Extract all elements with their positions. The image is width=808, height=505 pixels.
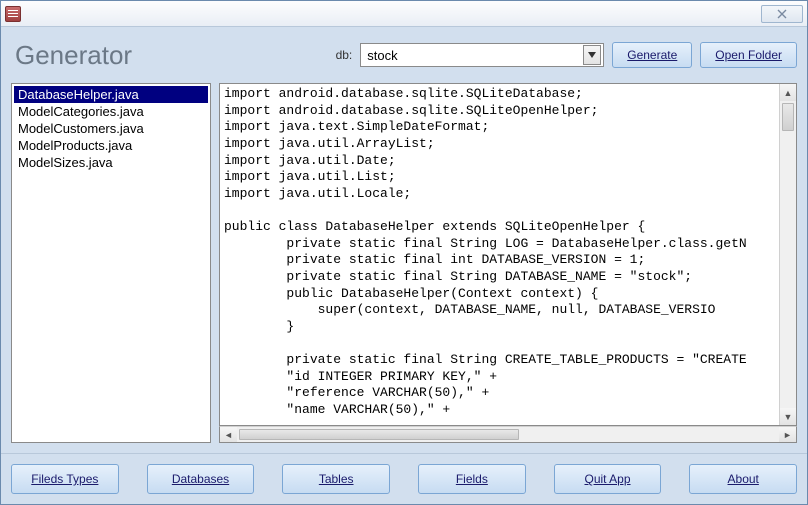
scroll-thumb[interactable] — [782, 103, 794, 131]
scroll-right-icon[interactable]: ► — [779, 427, 796, 442]
header-row: Generator db: stock Generate Open Folder — [11, 35, 797, 75]
scroll-left-icon[interactable]: ◄ — [220, 427, 237, 442]
file-item[interactable]: ModelCustomers.java — [14, 120, 208, 137]
main-area: DatabaseHelper.javaModelCategories.javaM… — [11, 83, 797, 443]
file-list[interactable]: DatabaseHelper.javaModelCategories.javaM… — [11, 83, 211, 443]
content: Generator db: stock Generate Open Folder… — [1, 27, 807, 453]
code-area: import android.database.sqlite.SQLiteDat… — [219, 83, 797, 426]
window-close-button[interactable] — [761, 5, 803, 23]
chevron-down-icon[interactable] — [583, 45, 601, 65]
file-item[interactable]: ModelCategories.java — [14, 103, 208, 120]
scroll-track[interactable] — [780, 101, 796, 408]
hscroll-track[interactable] — [237, 427, 779, 442]
db-combobox-value: stock — [367, 48, 583, 63]
code-text[interactable]: import android.database.sqlite.SQLiteDat… — [220, 84, 779, 425]
file-item[interactable]: ModelProducts.java — [14, 137, 208, 154]
scroll-up-icon[interactable]: ▲ — [780, 84, 796, 101]
bottom-bar: Fileds Types Databases Tables Fields Quit Ap… — [1, 453, 807, 504]
open-folder-button[interactable]: Open Folder — [700, 42, 797, 68]
quit-app-button[interactable]: Quit App — [554, 464, 662, 494]
file-item[interactable]: ModelSizes.java — [14, 154, 208, 171]
generate-button[interactable]: Generate — [612, 42, 692, 68]
window-root: Generator db: stock Generate Open Folder… — [0, 0, 808, 505]
hscroll-thumb[interactable] — [239, 429, 519, 440]
about-button[interactable]: About — [689, 464, 797, 494]
code-wrap: import android.database.sqlite.SQLiteDat… — [219, 83, 797, 443]
vertical-scrollbar[interactable]: ▲ ▼ — [779, 84, 796, 425]
databases-button[interactable]: Databases — [147, 464, 255, 494]
scroll-down-icon[interactable]: ▼ — [780, 408, 796, 425]
fields-button[interactable]: Fields — [418, 464, 526, 494]
app-icon — [5, 6, 21, 22]
fileds-types-button[interactable]: Fileds Types — [11, 464, 119, 494]
file-item[interactable]: DatabaseHelper.java — [14, 86, 208, 103]
app-title: Generator — [11, 40, 132, 71]
titlebar-left — [5, 6, 21, 22]
db-combobox[interactable]: stock — [360, 43, 604, 67]
horizontal-scrollbar[interactable]: ◄ ► — [219, 426, 797, 443]
tables-button[interactable]: Tables — [282, 464, 390, 494]
db-label: db: — [336, 48, 353, 62]
titlebar — [1, 1, 807, 27]
